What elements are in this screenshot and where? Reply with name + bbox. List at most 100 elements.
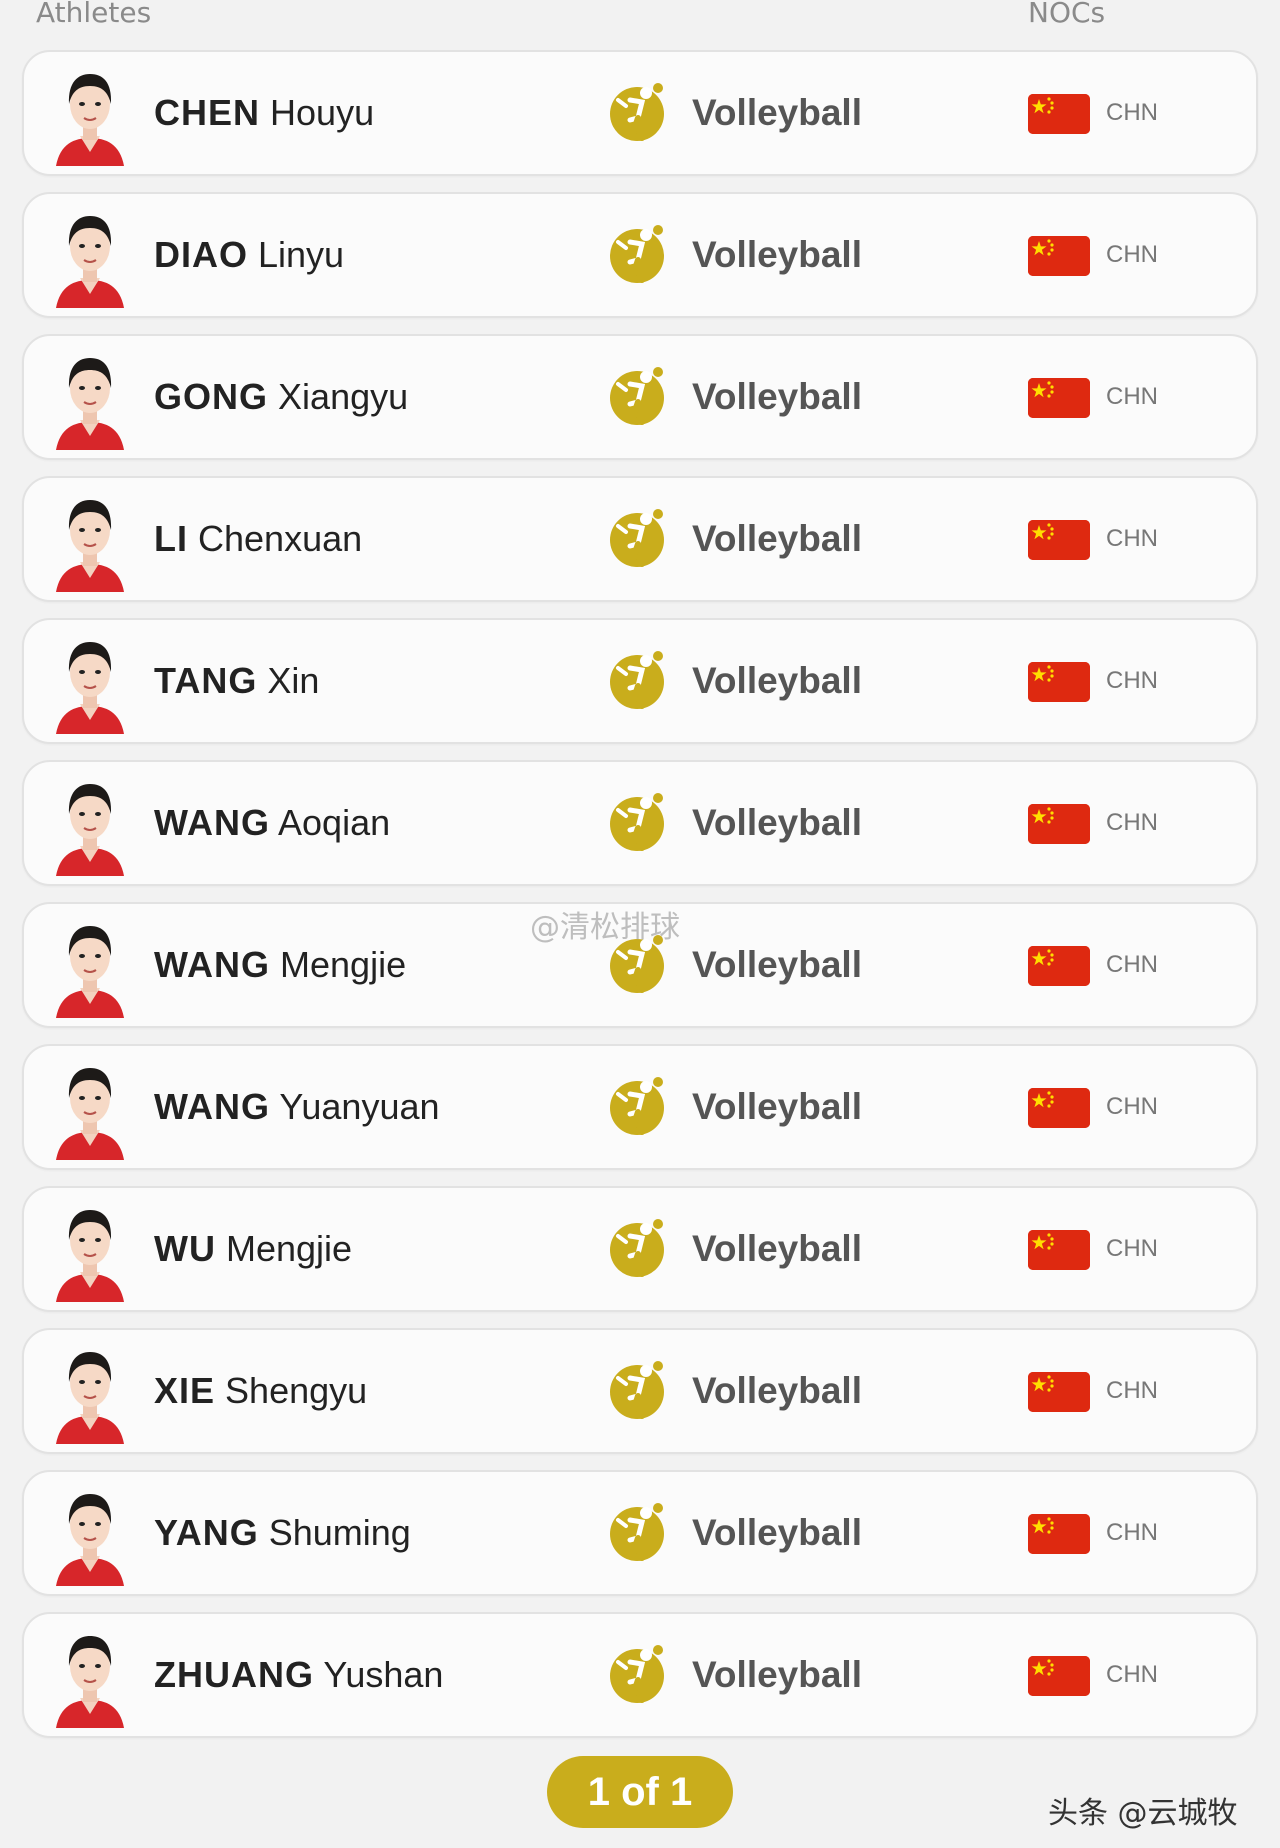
volleyball-pictogram-icon <box>610 83 664 141</box>
sport-label[interactable]: Volleyball <box>692 1614 862 1736</box>
athlete-name[interactable]: ZHUANG Yushan <box>154 1614 443 1736</box>
noc-code: CHN <box>1106 1519 1158 1546</box>
china-flag-icon <box>1028 1656 1090 1696</box>
sport-label[interactable]: Volleyball <box>692 194 862 316</box>
athlete-row[interactable]: XIE Shengyu Volleyball CHN <box>22 1328 1258 1454</box>
athlete-name[interactable]: GONG Xiangyu <box>154 336 408 458</box>
athlete-avatar <box>50 1624 130 1728</box>
athlete-avatar <box>50 1482 130 1586</box>
athlete-last-name: DIAO <box>154 234 248 275</box>
china-flag-icon <box>1028 94 1090 134</box>
sport-label[interactable]: Volleyball <box>692 478 862 600</box>
volleyball-pictogram-icon <box>610 367 664 425</box>
athlete-photo-icon <box>50 204 130 308</box>
athlete-name[interactable]: TANG Xin <box>154 620 319 742</box>
noc-code: CHN <box>1106 1235 1158 1262</box>
noc-code: CHN <box>1106 525 1158 552</box>
athlete-row[interactable]: LI Chenxuan Volleyball CHN <box>22 476 1258 602</box>
athlete-row[interactable]: GONG Xiangyu Volleyball CHN <box>22 334 1258 460</box>
athlete-photo-icon <box>50 62 130 166</box>
noc-code: CHN <box>1106 951 1158 978</box>
athlete-photo-icon <box>50 1340 130 1444</box>
athlete-row[interactable]: DIAO Linyu Volleyball CHN <box>22 192 1258 318</box>
athlete-name[interactable]: WANG Mengjie <box>154 904 406 1026</box>
athlete-row[interactable]: WANG Mengjie Volleyball CHN <box>22 902 1258 1028</box>
athlete-first-name: Mengjie <box>226 1228 353 1269</box>
pagination-indicator[interactable]: 1 of 1 <box>547 1756 733 1828</box>
sport-label[interactable]: Volleyball <box>692 1046 862 1168</box>
athlete-first-name: Yushan <box>323 1654 444 1695</box>
china-flag-icon <box>1028 1372 1090 1412</box>
athlete-photo-icon <box>50 772 130 876</box>
nocs-column-header[interactable]: NOCs <box>1028 0 1105 29</box>
athlete-avatar <box>50 1340 130 1444</box>
volleyball-pictogram-icon <box>610 1219 664 1277</box>
athlete-row[interactable]: WANG Aoqian Volleyball CHN <box>22 760 1258 886</box>
athlete-avatar <box>50 488 130 592</box>
athlete-name[interactable]: WANG Aoqian <box>154 762 390 884</box>
china-flag-icon <box>1028 1230 1090 1270</box>
athlete-last-name: CHEN <box>154 92 261 133</box>
athlete-list: CHEN Houyu Volleyball CHN DIAO Linyu Vol… <box>22 50 1258 1754</box>
sport-label[interactable]: Volleyball <box>692 52 862 174</box>
sport-label[interactable]: Volleyball <box>692 904 862 1026</box>
china-flag-icon <box>1028 378 1090 418</box>
volleyball-pictogram-icon <box>610 1361 664 1419</box>
volleyball-pictogram-icon <box>610 793 664 851</box>
athlete-row[interactable]: ZHUANG Yushan Volleyball CHN <box>22 1612 1258 1738</box>
volleyball-pictogram-icon <box>610 935 664 993</box>
athlete-last-name: LI <box>154 518 188 559</box>
china-flag-icon <box>1028 236 1090 276</box>
athlete-first-name: Houyu <box>270 92 375 133</box>
sport-label[interactable]: Volleyball <box>692 1472 862 1594</box>
athlete-first-name: Xiangyu <box>278 376 409 417</box>
sport-label[interactable]: Volleyball <box>692 336 862 458</box>
athlete-photo-icon <box>50 1624 130 1728</box>
athlete-avatar <box>50 914 130 1018</box>
noc-code: CHN <box>1106 383 1158 410</box>
athletes-column-header[interactable]: Athletes <box>36 0 151 29</box>
volleyball-pictogram-icon <box>610 1077 664 1135</box>
noc-code: CHN <box>1106 1661 1158 1688</box>
sport-label[interactable]: Volleyball <box>692 1330 862 1452</box>
noc-code: CHN <box>1106 241 1158 268</box>
china-flag-icon <box>1028 804 1090 844</box>
china-flag-icon <box>1028 520 1090 560</box>
china-flag-icon <box>1028 662 1090 702</box>
athlete-photo-icon <box>50 1482 130 1586</box>
athlete-row[interactable]: WANG Yuanyuan Volleyball CHN <box>22 1044 1258 1170</box>
noc-code: CHN <box>1106 667 1158 694</box>
sport-label[interactable]: Volleyball <box>692 620 862 742</box>
athlete-row[interactable]: WU Mengjie Volleyball CHN <box>22 1186 1258 1312</box>
athlete-first-name: Shuming <box>268 1512 411 1553</box>
athlete-photo-icon <box>50 488 130 592</box>
athlete-last-name: WANG <box>154 802 270 843</box>
athlete-photo-icon <box>50 914 130 1018</box>
athlete-first-name: Shengyu <box>225 1370 368 1411</box>
sport-label[interactable]: Volleyball <box>692 762 862 884</box>
athlete-row[interactable]: TANG Xin Volleyball CHN <box>22 618 1258 744</box>
sport-label[interactable]: Volleyball <box>692 1188 862 1310</box>
athlete-avatar <box>50 772 130 876</box>
volleyball-pictogram-icon <box>610 225 664 283</box>
athlete-photo-icon <box>50 1198 130 1302</box>
china-flag-icon <box>1028 946 1090 986</box>
athlete-last-name: WANG <box>154 944 270 985</box>
athlete-row[interactable]: CHEN Houyu Volleyball CHN <box>22 50 1258 176</box>
athlete-name[interactable]: YANG Shuming <box>154 1472 411 1594</box>
athlete-avatar <box>50 630 130 734</box>
athlete-name[interactable]: CHEN Houyu <box>154 52 374 174</box>
volleyball-pictogram-icon <box>610 1503 664 1561</box>
athlete-last-name: YANG <box>154 1512 259 1553</box>
athlete-name[interactable]: LI Chenxuan <box>154 478 362 600</box>
athlete-first-name: Mengjie <box>280 944 407 985</box>
athlete-name[interactable]: WU Mengjie <box>154 1188 352 1310</box>
athlete-row[interactable]: YANG Shuming Volleyball CHN <box>22 1470 1258 1596</box>
athlete-name[interactable]: XIE Shengyu <box>154 1330 367 1452</box>
athlete-first-name: Xin <box>267 660 320 701</box>
noc-code: CHN <box>1106 99 1158 126</box>
athlete-name[interactable]: WANG Yuanyuan <box>154 1046 440 1168</box>
noc-code: CHN <box>1106 1377 1158 1404</box>
athlete-photo-icon <box>50 1056 130 1160</box>
athlete-name[interactable]: DIAO Linyu <box>154 194 344 316</box>
